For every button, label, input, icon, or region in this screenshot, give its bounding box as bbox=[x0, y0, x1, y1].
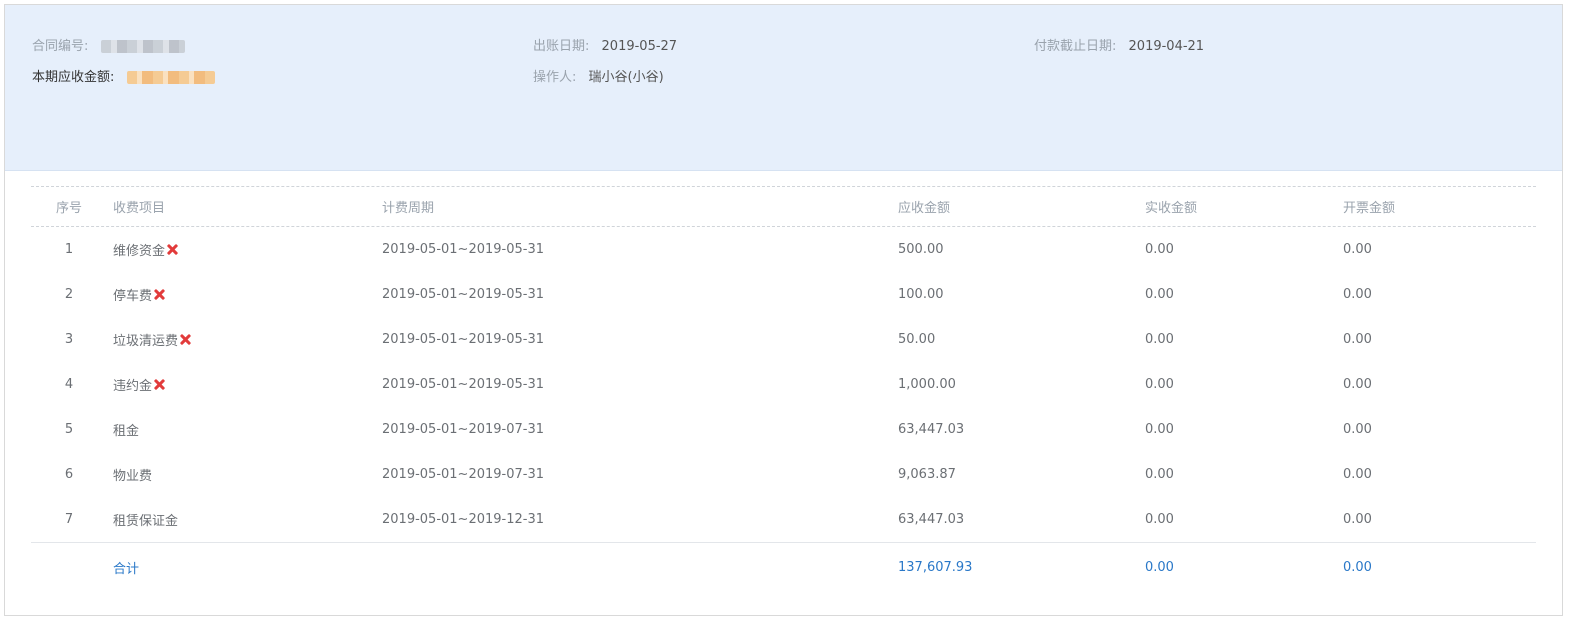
row-received: 0.00 bbox=[1145, 467, 1174, 482]
row-index: 1 bbox=[64, 242, 74, 257]
total-label: 合计 bbox=[113, 561, 140, 577]
row-item-label: 租金 bbox=[113, 424, 140, 439]
column-header-period: 计费周期 bbox=[382, 201, 435, 216]
row-item: 垃圾清运费 bbox=[113, 317, 373, 362]
row-period: 2019-05-01~2019-12-31 bbox=[382, 512, 544, 527]
row-item-label: 垃圾清运费 bbox=[113, 334, 179, 349]
row-item-label: 物业费 bbox=[113, 469, 153, 484]
receivable-amount-label: 本期应收金额: bbox=[32, 70, 115, 85]
due-date-value: 2019-04-21 bbox=[1128, 39, 1205, 54]
total-receivable: 137,607.93 bbox=[898, 559, 973, 575]
row-receivable: 500.00 bbox=[898, 242, 944, 257]
row-invoiced: 0.00 bbox=[1343, 467, 1372, 482]
row-period: 2019-05-01~2019-05-31 bbox=[382, 377, 544, 392]
due-date-field: 付款截止日期: 2019-04-21 bbox=[1034, 38, 1204, 56]
delete-icon[interactable] bbox=[167, 244, 178, 255]
table-row: 3 垃圾清运费 2019-05-01~2019-05-31 50.00 0.00… bbox=[31, 317, 1536, 362]
table-row: 6 物业费 2019-05-01~2019-07-31 9,063.87 0.0… bbox=[31, 452, 1536, 497]
table-row: 7 租赁保证金 2019-05-01~2019-12-31 63,447.03 … bbox=[31, 497, 1536, 542]
row-item: 物业费 bbox=[113, 452, 373, 497]
column-header-index: 序号 bbox=[55, 201, 82, 216]
total-invoiced: 0.00 bbox=[1343, 559, 1372, 575]
charges-table: 序号 收费项目 计费周期 应收金额 实收金额 开票金额 1 维修资金 2019-… bbox=[31, 186, 1536, 591]
row-received: 0.00 bbox=[1145, 332, 1174, 347]
table-row: 1 维修资金 2019-05-01~2019-05-31 500.00 0.00… bbox=[31, 227, 1536, 272]
row-item: 租金 bbox=[113, 407, 373, 452]
delete-icon[interactable] bbox=[154, 379, 165, 390]
delete-icon[interactable] bbox=[180, 334, 191, 345]
row-item-label: 维修资金 bbox=[113, 244, 166, 259]
contract-number-label: 合同编号: bbox=[32, 39, 89, 54]
due-date-label: 付款截止日期: bbox=[1034, 39, 1117, 54]
row-index: 5 bbox=[64, 422, 74, 437]
row-receivable: 63,447.03 bbox=[898, 512, 965, 527]
row-receivable: 9,063.87 bbox=[898, 467, 956, 482]
bill-summary-header: 合同编号: 出账日期: 2019-05-27 付款截止日期: 2019-04-2… bbox=[5, 5, 1562, 171]
contract-number-masked-value bbox=[100, 40, 185, 53]
row-item-label: 停车费 bbox=[113, 289, 153, 304]
row-index: 4 bbox=[64, 377, 74, 392]
row-received: 0.00 bbox=[1145, 242, 1174, 257]
table-total-row: 合计 137,607.93 0.00 0.00 bbox=[31, 542, 1536, 591]
delete-icon[interactable] bbox=[154, 289, 165, 300]
row-invoiced: 0.00 bbox=[1343, 377, 1372, 392]
column-header-received: 实收金额 bbox=[1145, 201, 1198, 216]
row-period: 2019-05-01~2019-07-31 bbox=[382, 422, 544, 437]
column-header-invoiced: 开票金额 bbox=[1343, 201, 1396, 216]
total-received: 0.00 bbox=[1145, 559, 1174, 575]
receivable-amount-masked-value bbox=[126, 71, 215, 84]
row-item: 租赁保证金 bbox=[113, 497, 373, 542]
bill-detail-panel: 合同编号: 出账日期: 2019-05-27 付款截止日期: 2019-04-2… bbox=[4, 4, 1563, 616]
row-period: 2019-05-01~2019-07-31 bbox=[382, 467, 544, 482]
operator-field: 操作人: 瑞小谷(小谷) bbox=[533, 69, 664, 87]
column-header-receivable: 应收金额 bbox=[898, 201, 951, 216]
row-receivable: 1,000.00 bbox=[898, 377, 956, 392]
row-period: 2019-05-01~2019-05-31 bbox=[382, 332, 544, 347]
row-item-label: 违约金 bbox=[113, 379, 153, 394]
row-received: 0.00 bbox=[1145, 287, 1174, 302]
row-invoiced: 0.00 bbox=[1343, 512, 1372, 527]
row-received: 0.00 bbox=[1145, 512, 1174, 527]
contract-number-field: 合同编号: bbox=[32, 38, 185, 56]
bill-date-value: 2019-05-27 bbox=[601, 39, 678, 54]
receivable-amount-field: 本期应收金额: bbox=[32, 69, 215, 87]
row-invoiced: 0.00 bbox=[1343, 422, 1372, 437]
row-received: 0.00 bbox=[1145, 377, 1174, 392]
table-header-row: 序号 收费项目 计费周期 应收金额 实收金额 开票金额 bbox=[31, 186, 1536, 227]
row-index: 6 bbox=[64, 467, 74, 482]
row-index: 7 bbox=[64, 512, 74, 527]
table-row: 2 停车费 2019-05-01~2019-05-31 100.00 0.00 … bbox=[31, 272, 1536, 317]
row-received: 0.00 bbox=[1145, 422, 1174, 437]
table-row: 4 违约金 2019-05-01~2019-05-31 1,000.00 0.0… bbox=[31, 362, 1536, 407]
row-receivable: 100.00 bbox=[898, 287, 944, 302]
operator-label: 操作人: bbox=[533, 70, 577, 85]
row-item-label: 租赁保证金 bbox=[113, 514, 179, 529]
row-item: 违约金 bbox=[113, 362, 373, 407]
row-period: 2019-05-01~2019-05-31 bbox=[382, 287, 544, 302]
row-index: 3 bbox=[64, 332, 74, 347]
bill-date-label: 出账日期: bbox=[533, 39, 590, 54]
row-invoiced: 0.00 bbox=[1343, 332, 1372, 347]
row-invoiced: 0.00 bbox=[1343, 287, 1372, 302]
column-header-item: 收费项目 bbox=[113, 201, 166, 216]
row-invoiced: 0.00 bbox=[1343, 242, 1372, 257]
operator-value: 瑞小谷(小谷) bbox=[588, 70, 664, 85]
bill-date-field: 出账日期: 2019-05-27 bbox=[533, 38, 677, 56]
row-index: 2 bbox=[64, 287, 74, 302]
table-row: 5 租金 2019-05-01~2019-07-31 63,447.03 0.0… bbox=[31, 407, 1536, 452]
row-item: 维修资金 bbox=[113, 227, 373, 272]
row-item: 停车费 bbox=[113, 272, 373, 317]
row-receivable: 50.00 bbox=[898, 332, 936, 347]
row-period: 2019-05-01~2019-05-31 bbox=[382, 242, 544, 257]
row-receivable: 63,447.03 bbox=[898, 422, 965, 437]
